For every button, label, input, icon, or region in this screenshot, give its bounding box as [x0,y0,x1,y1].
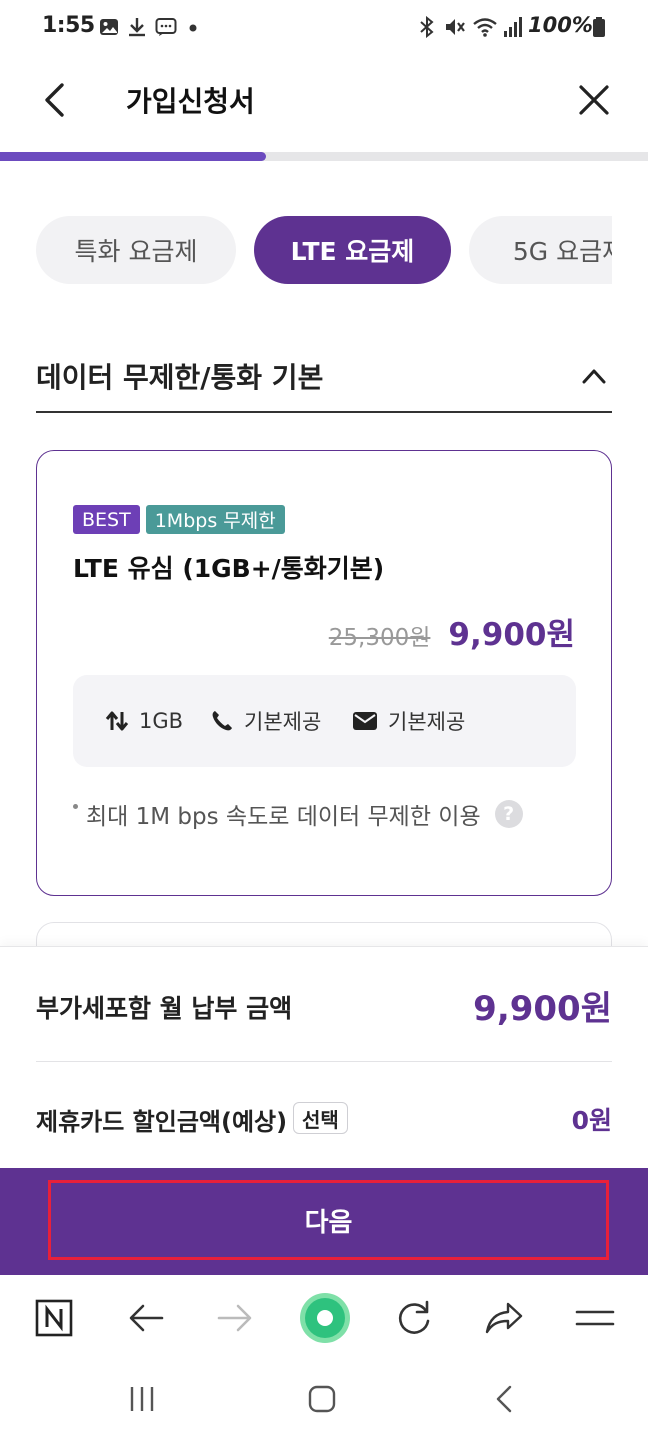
mute-icon [446,19,465,35]
plan-type-tabs: 특화 요금제 LTE 요금제 5G 요금제 [36,216,612,284]
feature-message: 기본제공 [352,705,465,737]
data-arrows-icon [105,711,129,731]
browser-forward-button[interactable] [214,1297,256,1339]
green-dot-button[interactable] [298,1291,352,1345]
feature-call: 기본제공 [210,705,321,737]
signal-icon [504,17,522,37]
home-button[interactable] [298,1383,346,1415]
plan-note-text: 최대 1M bps 속도로 데이터 무제한 이용 [86,804,481,830]
page-title: 가입신청서 [126,85,255,118]
monthly-payment-amount: 9,900원 [473,989,612,1029]
plan-card[interactable]: BEST 1Mbps 무제한 LTE 유심 (1GB+/통화기본) 25,300… [36,450,612,896]
card-discount-amount: 0원 [571,1106,612,1135]
speed-badge: 1Mbps 무제한 [145,505,285,534]
feature-data: 1GB [105,705,183,737]
phone-icon [212,711,232,731]
nav-back-button[interactable] [480,1383,528,1415]
download-icon [129,18,145,37]
tab-5g-plan[interactable]: 5G 요금제 [469,216,612,284]
browser-toolbar [0,1275,648,1361]
card-discount-row: 제휴카드 할인금액(예상) 선택 0원 [36,1062,612,1169]
sale-price: 9,900원 [448,617,575,653]
browser-back-button[interactable] [125,1297,167,1339]
section-title: 데이터 무제한/통화 기본 [36,361,324,394]
recent-apps-icon [130,1387,154,1411]
next-bar: 다음 [0,1168,648,1275]
close-button[interactable] [568,74,620,126]
android-nav-bar [0,1361,648,1440]
status-time: 1:55 [42,13,95,38]
share-icon [485,1302,523,1334]
progress-bar [0,152,648,161]
naver-home-icon [35,1299,73,1337]
refresh-icon [398,1300,430,1334]
recent-apps-button[interactable] [118,1383,166,1415]
plan-features: 1GB 기본제공 기본제공 [73,675,576,767]
tab-lte-plan[interactable]: LTE 요금제 [254,216,451,284]
monthly-payment-row: 부가세포함 월 납부 금액 9,900원 [36,947,612,1062]
original-price: 25,300원 [328,625,431,651]
battery-icon [593,17,605,37]
naver-home-button[interactable] [33,1297,75,1339]
price-row: 25,300원 9,900원 [329,609,575,654]
message-icon [155,18,177,36]
screen: 1:55 100% 가입신청서 특화 요금제 LTE 요금제 5G 요금 데이터… [0,0,648,1440]
chevron-up-icon [582,369,606,384]
feature-call-label: 기본제공 [244,710,322,734]
payment-summary: 부가세포함 월 납부 금액 9,900원 제휴카드 할인금액(예상) 선택 0원 [0,946,648,1168]
plan-name: LTE 유심 (1GB+/통화기본) [73,554,385,583]
refresh-button[interactable] [393,1297,435,1339]
wifi-icon [473,18,497,37]
image-icon [100,19,118,35]
forward-arrow-icon [217,1304,252,1332]
section-accordion-header[interactable]: 데이터 무제한/통화 기본 [36,340,612,413]
menu-icon [575,1310,615,1326]
status-bar: 1:55 100% [0,0,648,52]
chevron-left-icon [45,83,64,117]
best-badge: BEST [73,505,140,534]
bullet-dot [73,803,78,809]
card-discount-label: 제휴카드 할인금액(예상) [36,1108,288,1136]
tab-special-plan[interactable]: 특화 요금제 [36,216,236,284]
help-icon[interactable]: ? [494,800,523,828]
share-button[interactable] [483,1297,525,1339]
battery-percent: 100% [528,13,593,37]
dot-icon [189,24,197,32]
plan-badges: BEST 1Mbps 무제한 [73,505,285,534]
back-arrow-icon [129,1304,164,1332]
green-dot-icon [300,1293,350,1343]
back-button[interactable] [28,74,80,126]
monthly-payment-label: 부가세포함 월 납부 금액 [36,994,293,1023]
home-icon [308,1385,336,1413]
card-select-button[interactable]: 선택 [293,1102,348,1134]
app-header: 가입신청서 [0,52,648,148]
progress-fill [0,152,266,161]
back-icon [496,1385,512,1413]
message-icon [353,712,377,730]
feature-data-label: 1GB [139,709,184,733]
next-button[interactable]: 다음 [48,1180,609,1260]
bluetooth-icon [420,16,434,38]
close-icon [579,85,609,115]
feature-message-label: 기본제공 [388,710,466,734]
menu-button[interactable] [574,1297,616,1339]
plan-note: 최대 1M bps 속도로 데이터 무제한 이용 ? [73,797,523,831]
